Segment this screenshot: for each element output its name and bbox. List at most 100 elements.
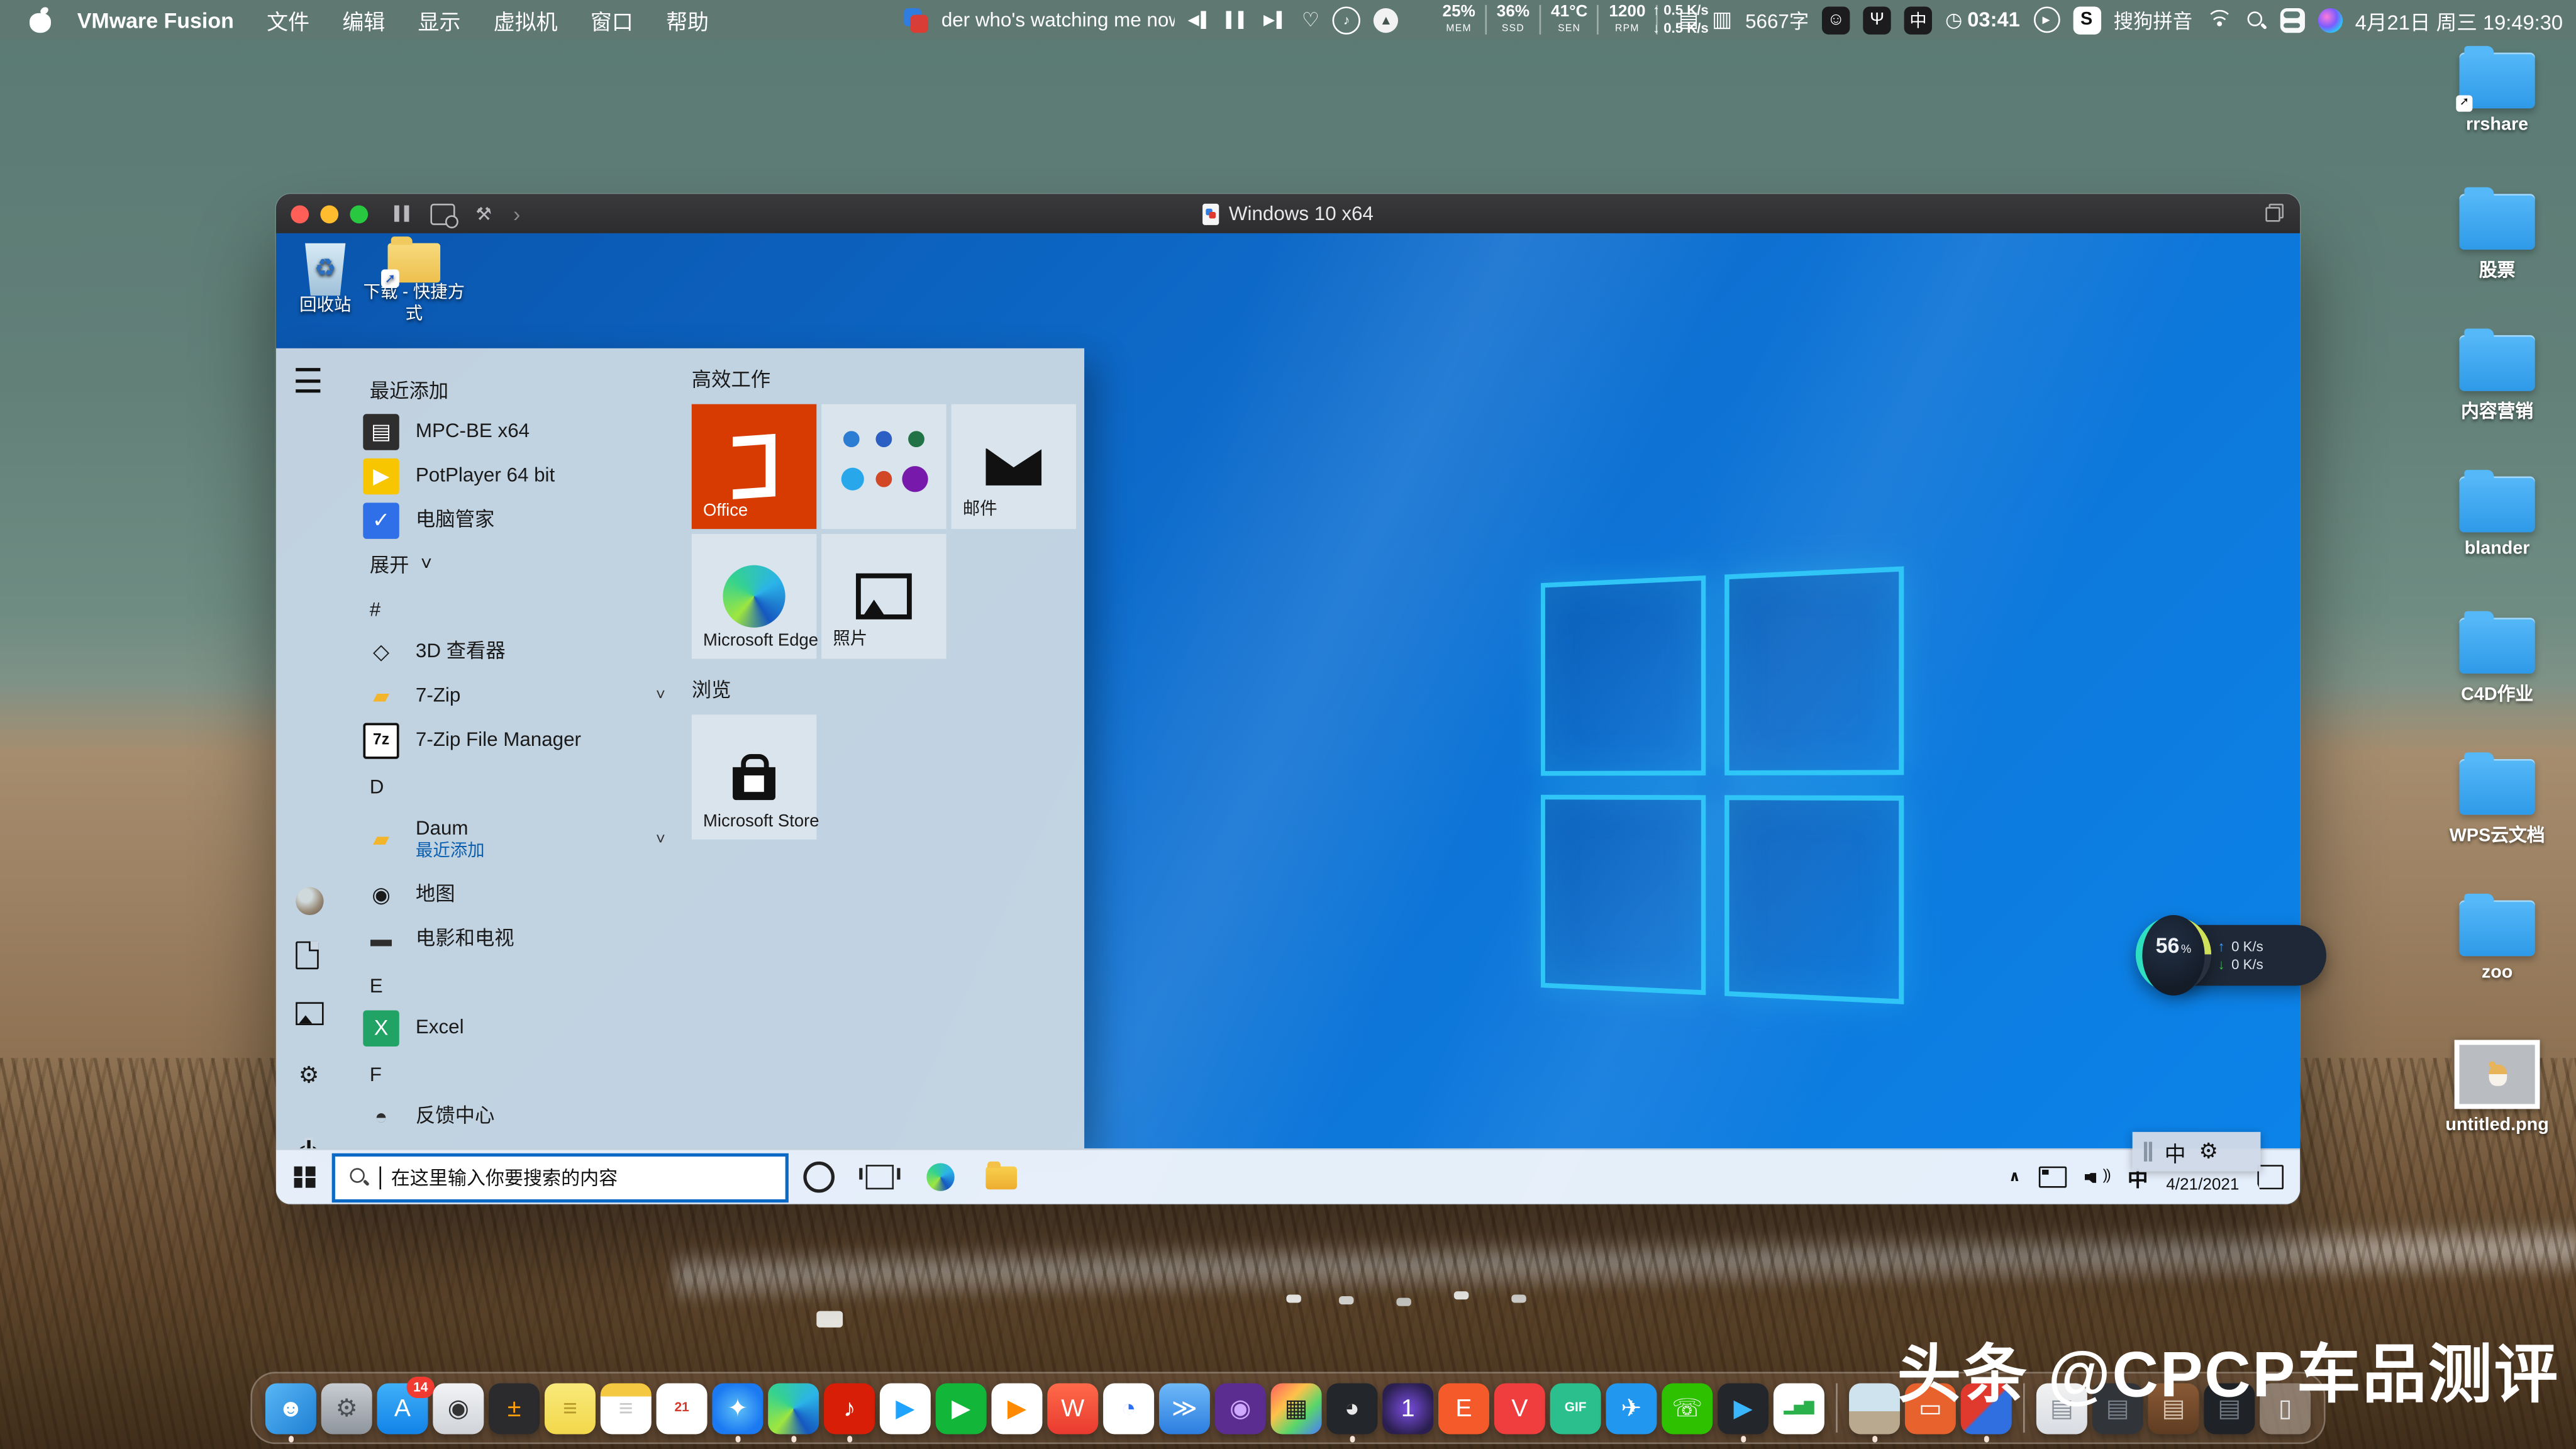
minimize-button[interactable]	[320, 204, 338, 223]
tile-store[interactable]: Microsoft Store	[692, 714, 817, 840]
xunlei-icon[interactable]: ≫	[1159, 1382, 1210, 1433]
start-menu-app-item[interactable]: ✓ 电脑管家	[341, 498, 682, 543]
file-explorer-button[interactable]	[971, 1150, 1032, 1204]
settings-gear-icon[interactable]: ⚙	[296, 1062, 322, 1088]
start-button[interactable]	[276, 1150, 332, 1204]
desktop-folder[interactable]: 股票	[2460, 194, 2535, 312]
start-menu-section-header[interactable]: 最近添加	[341, 370, 682, 409]
desktop-folder[interactable]: 内容营销	[2460, 335, 2535, 453]
suspend-vm-button[interactable]	[394, 206, 408, 222]
hamburger-menu-icon[interactable]	[296, 368, 320, 392]
window-title-bar[interactable]: ⚒ › Windows 10 x64	[276, 194, 2300, 233]
desktop-folder[interactable]: rrshare	[2460, 53, 2535, 171]
desktop-folder[interactable]: zoo	[2460, 901, 2535, 1019]
tile-mail[interactable]: 邮件	[951, 404, 1076, 530]
netease-music-icon[interactable]: ♪	[824, 1382, 875, 1433]
input-method-indicator[interactable]: 中	[1904, 6, 1932, 33]
miaoying-icon[interactable]: ◉	[1215, 1382, 1266, 1433]
action-center-icon[interactable]	[2257, 1165, 2284, 1189]
snapshot-button[interactable]	[430, 203, 454, 225]
iqiyi-icon[interactable]: ▶	[936, 1382, 987, 1433]
finder-icon[interactable]: ☻	[265, 1382, 316, 1433]
ime-settings-gear-icon[interactable]: ⚙	[2199, 1138, 2218, 1165]
baidu-netdisk-icon[interactable]: ◔	[1103, 1382, 1154, 1433]
display-status-icon[interactable]	[2039, 1167, 2067, 1188]
tencent-video-icon[interactable]: ▶	[991, 1382, 1042, 1433]
notes-icon[interactable]: ≡	[601, 1382, 652, 1433]
tile-office[interactable]: Office	[692, 404, 817, 530]
menu-app-name[interactable]: VMware Fusion	[61, 8, 250, 32]
tray-clock[interactable]: 4/21/2021	[2166, 1176, 2239, 1194]
menu-bar-clock[interactable]: 4月21日 周三 19:49:30	[2355, 4, 2563, 36]
menu-view[interactable]: 显示	[401, 4, 477, 36]
drag-handle[interactable]	[2144, 1142, 2151, 1162]
task-view-button[interactable]	[850, 1150, 911, 1204]
microphone-icon[interactable]: Ψ	[1863, 6, 1890, 33]
downloads-shortcut-icon[interactable]: ➚ 下载 - 快捷方式	[355, 233, 473, 326]
v-recorder-icon[interactable]: V	[1494, 1382, 1545, 1433]
gif-icon[interactable]: GIF	[1550, 1382, 1601, 1433]
screenshot-icon[interactable]: ◉	[433, 1382, 484, 1433]
tile-photos[interactable]: 照片	[821, 534, 947, 659]
edge-icon[interactable]	[768, 1382, 819, 1433]
pause-button[interactable]: ▌▌	[1226, 11, 1251, 28]
search-icon[interactable]	[2245, 9, 2267, 30]
capture-one-icon[interactable]: 1	[1382, 1382, 1433, 1433]
start-menu-section-header[interactable]: E	[341, 966, 682, 1006]
numbers-icon[interactable]: ▂▅▇	[1774, 1382, 1824, 1433]
desktop-image-file[interactable]: untitled.png	[2451, 1040, 2543, 1136]
siri-icon[interactable]	[2318, 8, 2342, 32]
emoji-icon[interactable]: ☺	[1822, 6, 1850, 33]
settings-wrench-icon[interactable]: ⚒	[475, 203, 492, 225]
start-menu-section-header[interactable]: #	[341, 590, 682, 630]
ime-mode-label[interactable]: 中	[2165, 1136, 2186, 1167]
calendar-icon[interactable]: 21	[657, 1382, 708, 1433]
obs-icon[interactable]: ◕	[1326, 1382, 1377, 1433]
tile-office-suite[interactable]	[821, 404, 947, 530]
ime-floating-toolbar[interactable]: 中 ⚙	[2133, 1132, 2261, 1172]
close-button[interactable]	[291, 204, 309, 223]
start-menu-app-item[interactable]: ▤ MPC-BE x64	[341, 409, 682, 453]
volume-icon[interactable]	[2085, 1167, 2109, 1187]
start-menu-app-item[interactable]: ▶ PotPlayer 64 bit	[341, 453, 682, 498]
sogou-icon[interactable]: S	[2072, 6, 2100, 33]
play-status-icon[interactable]	[2033, 6, 2060, 33]
start-menu-app-item[interactable]: ▰ 7-Zip ˅	[341, 674, 682, 718]
start-menu-app-item[interactable]: 7z 7-Zip File Manager	[341, 718, 682, 763]
cortana-button[interactable]	[789, 1150, 850, 1204]
timer-widget[interactable]: 03:41	[1945, 8, 2020, 31]
youku-icon[interactable]: ▶	[880, 1382, 931, 1433]
start-menu-app-item[interactable]: ◓ 反馈中心	[341, 1094, 682, 1139]
cpu-gauge[interactable]: 56%	[2136, 917, 2211, 992]
fullscreen-icon[interactable]	[2265, 204, 2284, 222]
start-menu-app-item[interactable]: ◇ 3D 查看器	[341, 629, 682, 674]
chevron-down-icon[interactable]: ˅	[656, 687, 665, 705]
menu-window[interactable]: 窗口	[574, 4, 650, 36]
control-center-icon[interactable]	[2280, 8, 2304, 32]
start-menu-app-item[interactable]: ◉ 地图	[341, 872, 682, 917]
clipboard-icon[interactable]: ▤	[1679, 6, 1699, 33]
potplayer-icon[interactable]: ▶	[1718, 1382, 1768, 1433]
tile-edge[interactable]: Microsoft Edge	[692, 534, 817, 659]
chevron-right-icon[interactable]: ›	[513, 201, 520, 226]
documents-icon[interactable]	[296, 941, 319, 969]
album-artwork-icon[interactable]: ▲	[1374, 8, 1398, 32]
wifi-icon[interactable]	[2206, 10, 2232, 30]
clapper-icon[interactable]: ▦	[1271, 1382, 1322, 1433]
taskbar-search-input[interactable]: 在这里输入你要搜索的内容	[332, 1152, 789, 1201]
system-settings-icon[interactable]: ⚙	[321, 1382, 372, 1433]
tray-expand-icon[interactable]: ∧	[2009, 1168, 2021, 1186]
sogou-label[interactable]: 搜狗拼音	[2114, 6, 2192, 33]
next-track-button[interactable]: ▶▌	[1263, 11, 1289, 29]
previous-track-button[interactable]: ◀▌	[1188, 11, 1213, 29]
menu-vm[interactable]: 虚拟机	[477, 4, 574, 36]
safari-icon[interactable]: ✦	[712, 1382, 763, 1433]
wps-icon[interactable]: W	[1047, 1382, 1098, 1433]
menu-edit[interactable]: 编辑	[326, 4, 401, 36]
dingtalk-icon[interactable]: ✈	[1606, 1382, 1657, 1433]
user-avatar[interactable]	[296, 887, 323, 915]
desktop-folder[interactable]: C4D作业	[2460, 618, 2535, 736]
wechat-icon[interactable]: ☏	[1662, 1382, 1713, 1433]
start-menu-app-item[interactable]: ▬ 电影和电视	[341, 917, 682, 962]
netease-music-icon[interactable]: ♪	[1333, 6, 1360, 33]
